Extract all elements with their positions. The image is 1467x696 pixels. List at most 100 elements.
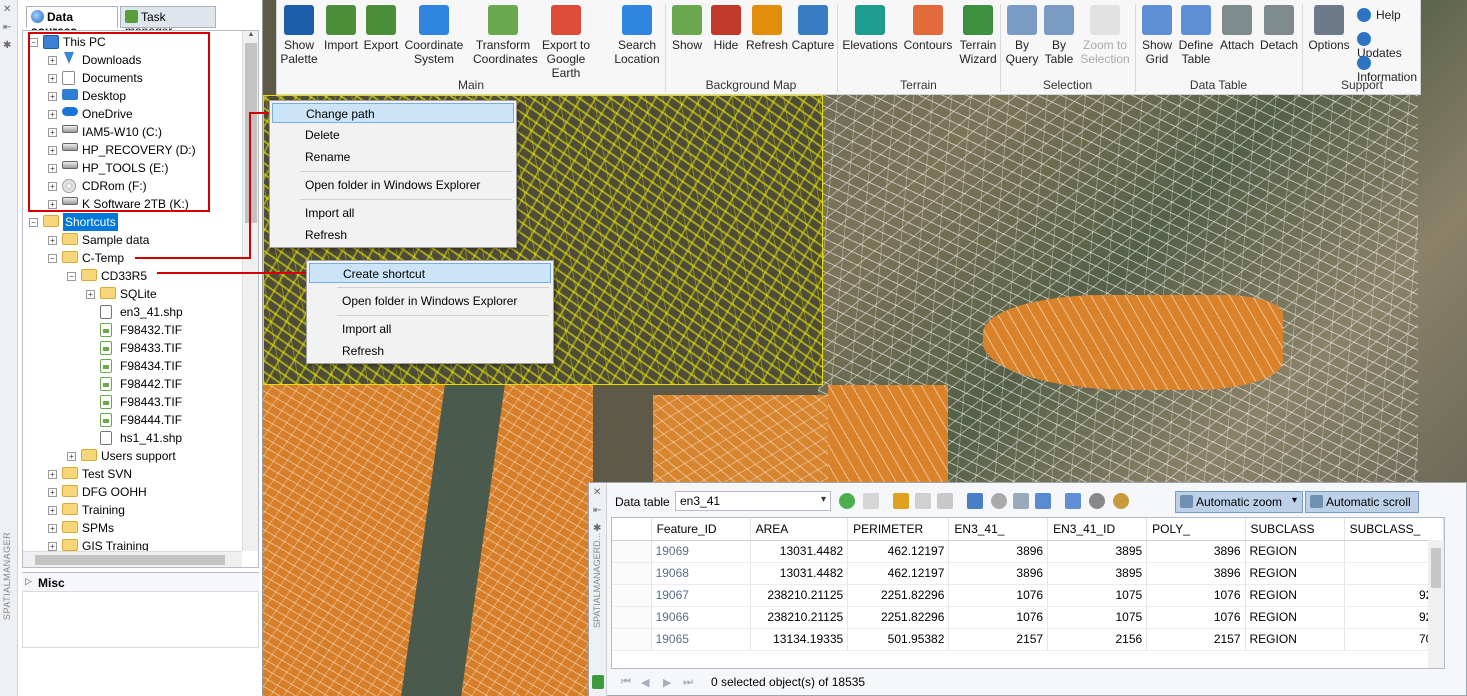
expand-icon[interactable]: + [48, 470, 57, 479]
menu-item-refresh[interactable]: Refresh [272, 225, 514, 245]
menu-item-rename[interactable]: Rename [272, 147, 514, 167]
column-header[interactable]: AREA [750, 518, 849, 541]
support-link-help[interactable]: Help [1357, 8, 1401, 22]
ribbon-button-export-to-google-earth[interactable]: Export to Google Earth [536, 5, 596, 80]
refresh-table-icon[interactable] [839, 493, 855, 509]
tree-item-label: DFG OOHH [82, 485, 147, 499]
button-label-line2: Selection [1080, 52, 1130, 66]
data-grid[interactable]: Feature_ID AREA PERIMETER EN3_41_ EN3_41_ID P… [611, 517, 1445, 669]
table-row[interactable]: 19068 13031.4482 462.12197 3896 3895 3896 REGI… [612, 562, 1444, 585]
table-select-dropdown[interactable]: en3_41 [675, 491, 831, 511]
pin-icon[interactable]: ⇤ [593, 505, 601, 516]
scroll-thumb[interactable] [1431, 548, 1441, 588]
scroll-thumb[interactable] [35, 555, 225, 565]
menu-item-create-shortcut[interactable]: Create shortcut [309, 263, 551, 283]
ribbon-button-zoom-to-selection[interactable]: Zoom to Selection [1075, 5, 1135, 66]
table-cell: 1076 [1146, 584, 1246, 607]
settings-icon[interactable]: ✱ [3, 40, 11, 51]
menu-item-import-all[interactable]: Import all [272, 203, 514, 223]
table-icon[interactable] [863, 493, 879, 509]
tree-vertical-scrollbar[interactable]: ▲ [242, 31, 258, 551]
google-earth-icon [551, 5, 581, 35]
filter-icon[interactable] [1013, 493, 1029, 509]
row-header[interactable] [612, 562, 652, 585]
expand-icon[interactable]: + [48, 524, 57, 533]
scroll-thumb[interactable] [245, 43, 257, 223]
ribbon-button-export[interactable]: Export [351, 5, 411, 52]
row-header[interactable] [612, 540, 652, 563]
table-cell: 2251.82296 [847, 606, 950, 629]
table-cell: 3895 [1047, 540, 1148, 563]
expand-icon[interactable]: + [48, 506, 57, 515]
expand-icon[interactable]: + [86, 290, 95, 299]
menu-item-delete[interactable]: Delete [272, 125, 514, 145]
support-link-information[interactable]: Information [1357, 56, 1420, 84]
edit-table-icon[interactable] [1065, 493, 1081, 509]
menu-item-import-all[interactable]: Import all [309, 319, 551, 339]
grid-vertical-scrollbar[interactable] [1428, 540, 1444, 668]
menu-item-refresh[interactable]: Refresh [309, 341, 551, 361]
folder-icon [62, 467, 78, 479]
eraser-icon[interactable] [937, 493, 953, 509]
row-header[interactable] [612, 584, 652, 607]
table-cell: 13031.4482 [750, 540, 849, 563]
automatic-scroll-button[interactable]: Automatic scroll [1305, 491, 1419, 513]
collapse-icon[interactable]: − [48, 254, 57, 263]
scroll-up-icon[interactable]: ▲ [243, 31, 258, 41]
grid-view-icon[interactable] [967, 493, 983, 509]
next-record-icon[interactable]: ▶ [663, 676, 671, 689]
tree-item-label: C-Temp [82, 251, 125, 265]
ribbon-button-elevations[interactable]: Elevations [840, 5, 900, 52]
collapse-icon[interactable]: − [29, 218, 38, 227]
record-icon[interactable] [991, 493, 1007, 509]
close-icon[interactable]: ✕ [3, 4, 11, 15]
table-row[interactable]: 19069 13031.4482 462.12197 3896 3895 3896 REGI… [612, 540, 1444, 563]
pin-icon[interactable]: ⇤ [3, 22, 11, 33]
ribbon-group-label: Main [457, 78, 484, 92]
collapse-icon[interactable]: − [67, 272, 76, 281]
menu-item-open-folder-in-windows-explorer[interactable]: Open folder in Windows Explorer [309, 291, 551, 311]
select-rows-icon[interactable] [1035, 493, 1051, 509]
column-header[interactable]: PERIMETER [847, 518, 950, 541]
expand-icon[interactable]: + [67, 452, 76, 461]
menu-item-open-folder-in-windows-explorer[interactable]: Open folder in Windows Explorer [272, 175, 514, 195]
row-header[interactable] [612, 628, 652, 651]
row-header[interactable] [612, 606, 652, 629]
tab-task-manager[interactable]: Task manager [120, 6, 216, 38]
expand-icon[interactable]: + [48, 542, 57, 551]
close-icon[interactable]: ✕ [593, 487, 601, 498]
ribbon-button-options[interactable]: Options [1299, 5, 1359, 52]
table-cell: 3896 [948, 562, 1049, 585]
shp-file-icon [100, 431, 112, 445]
zoom-feature-icon[interactable] [893, 493, 909, 509]
menu-item-change-path[interactable]: Change path [272, 103, 514, 123]
copy-icon[interactable] [915, 493, 931, 509]
table-row[interactable]: 19065 13134.19335 501.95382 2157 2156 2157 REG… [612, 628, 1444, 651]
expand-icon[interactable]: + [48, 236, 57, 245]
automatic-zoom-button[interactable]: Automatic zoom [1175, 491, 1303, 513]
table-row[interactable]: 19067 238210.21125 2251.82296 1076 1075 1076 R… [612, 584, 1444, 607]
unlink-icon[interactable] [1113, 493, 1129, 509]
table-row[interactable]: 19066 238210.21125 2251.82296 1076 1075 1076 R… [612, 606, 1444, 629]
tree-horizontal-scrollbar[interactable] [23, 551, 242, 567]
previous-record-icon[interactable]: ◀ [641, 676, 649, 689]
ribbon-button-transform-coordinates[interactable]: Transform Coordinates [473, 5, 538, 66]
first-record-icon[interactable]: ⏮ [621, 676, 631, 689]
button-label-line2: Google Earth [546, 52, 586, 80]
link-icon[interactable] [1089, 493, 1105, 509]
last-record-icon[interactable]: ⏭ [683, 676, 693, 689]
auto-scroll-label: Automatic scroll [1326, 495, 1411, 509]
column-header[interactable]: Feature_ID [651, 518, 751, 541]
ribbon-button-coordinate-system[interactable]: Coordinate System [404, 5, 464, 66]
column-header[interactable]: POLY_ [1146, 518, 1246, 541]
table-cell: 19065 [651, 628, 751, 651]
column-header[interactable]: SUBCLASS_ [1344, 518, 1444, 541]
tab-data-sources[interactable]: Data sources [26, 6, 118, 38]
table-cell: 3896 [948, 540, 1049, 563]
column-header[interactable]: SUBCLASS [1245, 518, 1345, 541]
misc-section-header[interactable]: Misc [22, 572, 259, 592]
column-header[interactable]: EN3_41_ID [1047, 518, 1148, 541]
expand-icon[interactable]: + [48, 488, 57, 497]
ribbon-button-capture[interactable]: Capture [783, 5, 843, 52]
column-header[interactable]: EN3_41_ [948, 518, 1049, 541]
